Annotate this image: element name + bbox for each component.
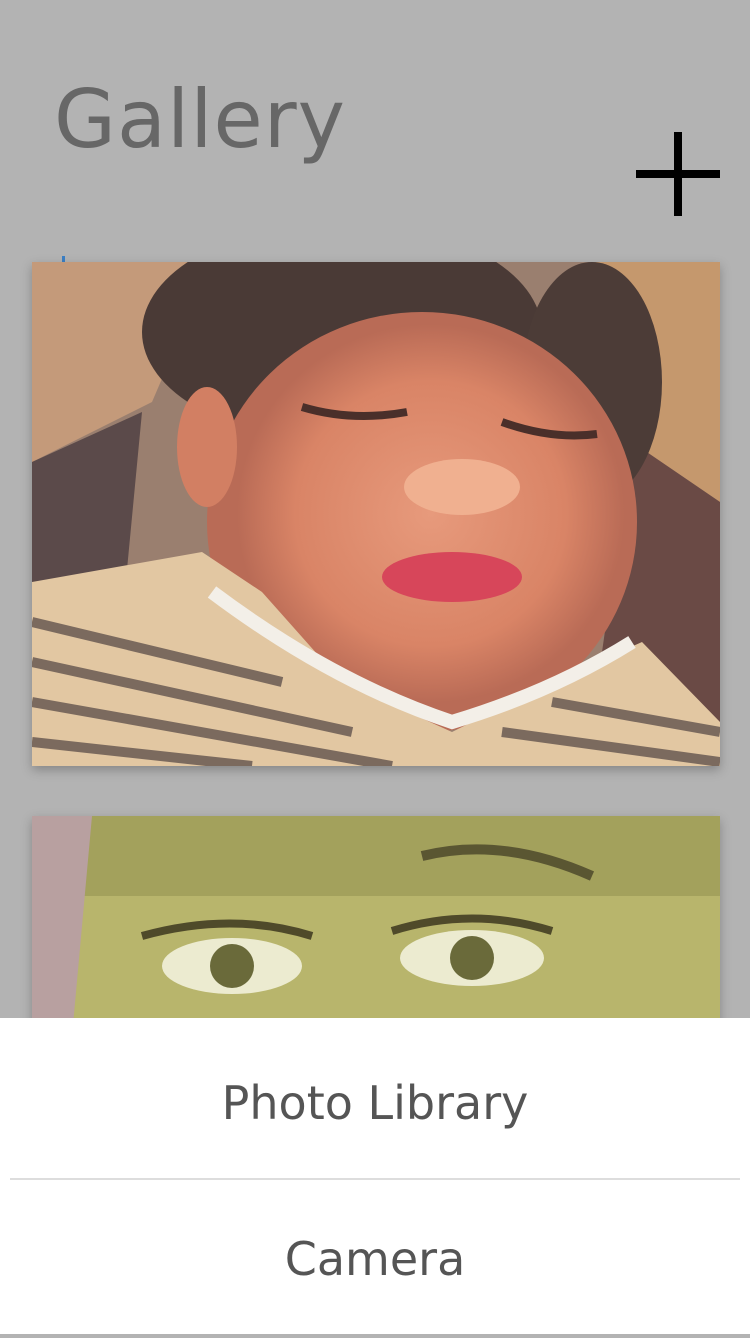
photo-library-option[interactable]: Photo Library [0, 1024, 750, 1182]
gallery-photo[interactable] [32, 262, 720, 766]
photo-child-eyes [32, 816, 720, 1036]
page-title: Gallery [54, 73, 346, 166]
gallery-photo[interactable] [32, 816, 720, 1036]
action-sheet: Photo Library Camera [0, 1018, 750, 1334]
add-button[interactable] [636, 132, 720, 216]
photo-sleeping-child [32, 262, 720, 766]
camera-option[interactable]: Camera [0, 1180, 750, 1338]
